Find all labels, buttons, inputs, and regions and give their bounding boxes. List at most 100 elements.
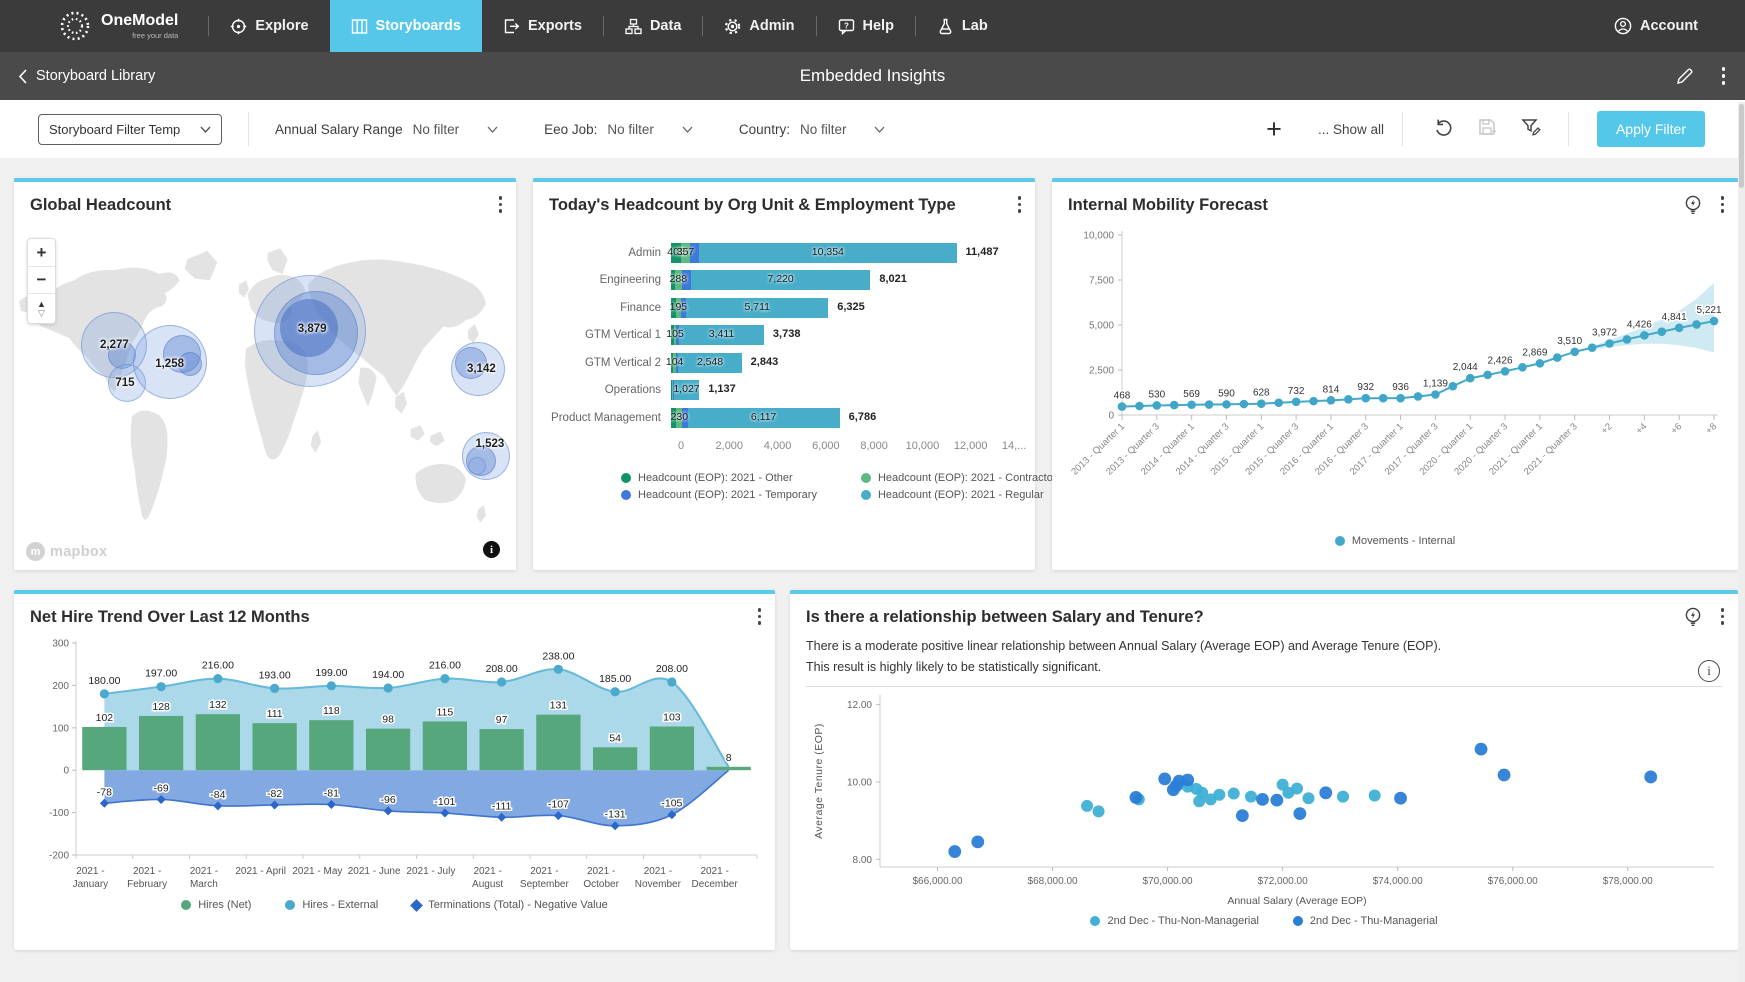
card-kebab-menu[interactable] (1016, 194, 1024, 215)
show-all-link[interactable]: ... Show all (1318, 122, 1384, 137)
apply-filter-button[interactable]: Apply Filter (1597, 111, 1705, 147)
scatter-point-managerial[interactable] (948, 845, 961, 858)
storyboard-filter-template-select[interactable]: Storyboard Filter Temp (38, 114, 222, 145)
scatter-point-non-managerial[interactable] (1369, 789, 1381, 801)
forecast-point[interactable] (1327, 396, 1336, 405)
legend-item[interactable]: Terminations (Total) - Negative Value (412, 899, 608, 911)
hires-net-bar[interactable] (309, 720, 353, 770)
nav-item-storyboards[interactable]: Storyboards (330, 0, 482, 52)
forecast-point[interactable] (1483, 371, 1492, 380)
mapbox-attribution[interactable]: m mapbox (26, 542, 107, 561)
back-to-library-link[interactable]: Storyboard Library (18, 68, 155, 84)
forecast-point[interactable] (1466, 374, 1475, 383)
scatter-point-managerial[interactable] (1236, 809, 1249, 822)
nav-item-explore[interactable]: Explore (209, 0, 329, 52)
forecast-point[interactable] (1553, 353, 1562, 362)
hires-external-point[interactable] (213, 674, 222, 683)
forecast-point[interactable] (1205, 400, 1214, 409)
forecast-point[interactable] (1361, 394, 1370, 403)
forecast-point[interactable] (1449, 382, 1458, 391)
forecast-point[interactable] (1605, 339, 1614, 348)
scatter-point-non-managerial[interactable] (1245, 791, 1257, 803)
forecast-point[interactable] (1309, 397, 1318, 406)
scatter-point-managerial[interactable] (1319, 786, 1332, 799)
legend-item[interactable]: Movements - Internal (1335, 535, 1455, 547)
forecast-point[interactable] (1170, 401, 1179, 410)
forecast-point[interactable] (1135, 402, 1144, 411)
scatter-point-managerial[interactable] (1394, 792, 1407, 805)
legend-item[interactable]: Headcount (EOP): 2021 - Other (621, 472, 817, 484)
forecast-point[interactable] (1344, 395, 1353, 404)
nav-item-data[interactable]: Data (604, 0, 702, 52)
forecast-point[interactable] (1396, 394, 1405, 403)
filter-annual-salary-range[interactable]: Annual Salary Range No filter (275, 122, 498, 137)
hires-net-bar[interactable] (536, 715, 580, 771)
scatter-point-non-managerial[interactable] (1303, 792, 1315, 804)
forecast-point[interactable] (1431, 390, 1440, 399)
legend-item[interactable]: 2nd Dec - Thu-Non-Managerial (1090, 915, 1258, 927)
hires-net-bar[interactable] (139, 716, 183, 770)
nav-item-help[interactable]: ? Help (817, 0, 915, 52)
onemodel-logo[interactable]: OneModel free your data (0, 0, 208, 52)
forecast-point[interactable] (1518, 363, 1527, 372)
card-kebab-menu[interactable] (756, 606, 764, 627)
card-kebab-menu[interactable] (497, 194, 505, 215)
forecast-point[interactable] (1692, 320, 1701, 329)
hires-external-point[interactable] (667, 677, 676, 686)
map-zoom-in-button[interactable]: + (28, 239, 55, 266)
legend-item[interactable]: Headcount (EOP): 2021 - Regular (861, 489, 1057, 501)
insight-lightbulb-icon[interactable] (1683, 606, 1703, 627)
hires-external-point[interactable] (497, 677, 506, 686)
forecast-point[interactable] (1623, 335, 1632, 344)
edit-pencil-icon[interactable] (1675, 67, 1694, 86)
hires-net-bar[interactable] (252, 723, 296, 770)
forecast-point[interactable] (1657, 327, 1666, 336)
map-info-icon[interactable]: i (483, 541, 500, 558)
insight-lightbulb-icon[interactable] (1683, 194, 1703, 215)
forecast-point[interactable] (1292, 398, 1301, 407)
scatter-point-non-managerial[interactable] (1213, 789, 1225, 801)
scatter-point-managerial[interactable] (1170, 779, 1183, 792)
filter-eeo-job[interactable]: Eeo Job: No filter (544, 122, 693, 137)
hires-net-bar[interactable] (366, 729, 410, 771)
legend-item[interactable]: Headcount (EOP): 2021 - Temporary (621, 489, 817, 501)
forecast-point[interactable] (1274, 398, 1283, 407)
scatter-point-managerial[interactable] (1181, 774, 1194, 787)
forecast-point[interactable] (1257, 399, 1266, 408)
scatter-point-managerial[interactable] (1130, 791, 1143, 804)
scatter-point-managerial[interactable] (1293, 807, 1306, 820)
legend-item[interactable]: Hires - External (285, 899, 378, 911)
save-filter-icon[interactable] (1477, 117, 1497, 142)
hires-net-bar[interactable] (82, 727, 126, 770)
forecast-point[interactable] (1379, 394, 1388, 403)
hires-net-bar[interactable] (479, 729, 523, 770)
scatter-point-non-managerial[interactable] (1081, 800, 1093, 812)
forecast-point[interactable] (1153, 401, 1162, 410)
nav-item-lab[interactable]: Lab (916, 0, 1009, 52)
legend-item[interactable]: 2nd Dec - Thu-Managerial (1293, 915, 1438, 927)
header-kebab-menu[interactable] (1720, 65, 1728, 87)
scatter-point-non-managerial[interactable] (1337, 791, 1349, 803)
hires-net-bar[interactable] (593, 747, 637, 770)
scatter-point-non-managerial[interactable] (1228, 788, 1240, 800)
hires-external-point[interactable] (554, 665, 563, 674)
hires-net-bar[interactable] (423, 721, 467, 770)
map-zoom-out-button[interactable]: − (28, 266, 55, 293)
nav-item-admin[interactable]: Admin (703, 0, 815, 52)
forecast-point[interactable] (1414, 392, 1423, 401)
scatter-point-managerial[interactable] (1498, 769, 1511, 782)
card-kebab-menu[interactable] (1719, 606, 1727, 627)
scatter-point-non-managerial[interactable] (1291, 783, 1303, 795)
hires-external-point[interactable] (270, 684, 279, 693)
forecast-point[interactable] (1570, 348, 1579, 357)
forecast-point[interactable] (1501, 367, 1510, 376)
hires-external-point[interactable] (440, 674, 449, 683)
scatter-point-non-managerial[interactable] (1093, 805, 1105, 817)
world-map[interactable]: 2,2777151,2583,8793,1421,523 + − ▲▽ m ma… (14, 224, 516, 570)
scatter-point-non-managerial[interactable] (1193, 795, 1205, 807)
forecast-point[interactable] (1640, 331, 1649, 340)
hires-net-bar[interactable] (706, 767, 750, 770)
scatter-point-managerial[interactable] (1270, 794, 1283, 807)
forecast-point[interactable] (1240, 400, 1249, 409)
forecast-point[interactable] (1187, 400, 1196, 409)
